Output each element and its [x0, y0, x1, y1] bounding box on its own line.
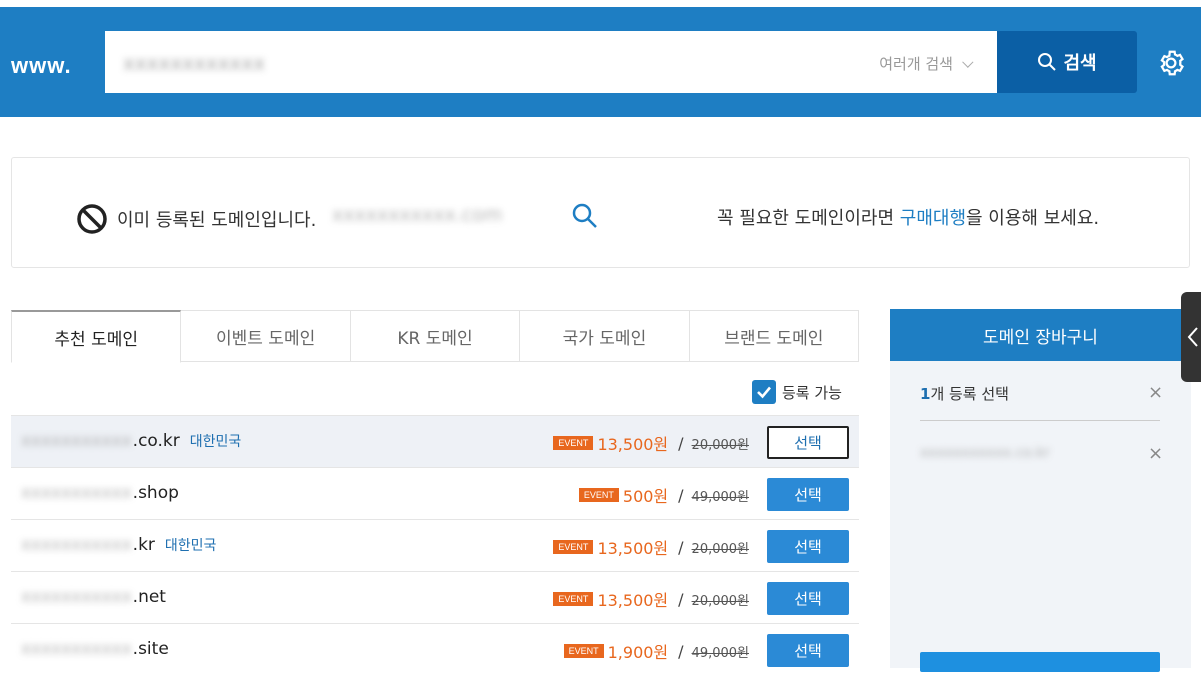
hint-suffix: 을 이용해 보세요. — [966, 208, 1100, 229]
purchase-agency-hint: 꼭 필요한 도메인이라면 구매대행을 이용해 보세요. — [717, 204, 1099, 230]
cart-divider — [920, 420, 1160, 421]
domain-tld: .net — [132, 587, 166, 607]
available-label: 등록 가능 — [782, 383, 842, 402]
country-label: 대한민국 — [189, 434, 242, 450]
country-label: 대한민국 — [164, 538, 217, 554]
multi-search-dropdown[interactable]: 여러개 검색 — [879, 53, 974, 74]
price-separator: / — [678, 589, 684, 609]
cart-item: xxxxxxxxxxx.co.kr — [920, 445, 1050, 461]
select-button[interactable]: 선택 — [767, 530, 849, 563]
side-panel-toggle[interactable] — [1181, 292, 1201, 382]
chevron-down-icon — [962, 56, 974, 68]
cart-count: 1개 등록 선택 — [920, 383, 1009, 404]
table-row: xxxxxxxxxxx.shop EVENT 500원 / 49,000원 선택 — [11, 467, 859, 519]
cart-title: 도메인 장바구니 — [890, 309, 1191, 361]
domain-cart: 도메인 장바구니 1개 등록 선택 × xxxxxxxxxxx.co.kr × — [890, 309, 1191, 672]
hint-prefix: 꼭 필요한 도메인이라면 — [717, 208, 900, 229]
multi-search-label: 여러개 검색 — [879, 55, 953, 73]
logo[interactable]: www. — [11, 53, 72, 79]
purchase-agency-link[interactable]: 구매대행 — [900, 208, 966, 229]
domain-result-list: xxxxxxxxxxx.co.kr 대한민국 EVENT 13,500원/20,00… — [11, 415, 859, 675]
domain-name: xxxxxxxxxxx.net — [21, 587, 166, 607]
cart-submit-button[interactable] — [920, 652, 1160, 672]
price-separator: / — [678, 537, 684, 557]
tab-recommended[interactable]: 추천 도메인 — [11, 310, 182, 363]
search-icon — [1038, 53, 1057, 71]
clear-cart-close-icon[interactable]: × — [1148, 382, 1163, 403]
select-button[interactable]: 선택 — [767, 582, 849, 615]
gear-icon[interactable] — [1156, 48, 1186, 78]
tab-brand[interactable]: 브랜드 도메인 — [689, 310, 860, 362]
sale-price: 13,500원 — [597, 539, 669, 558]
check-icon — [757, 386, 771, 399]
price-info: EVENT 500원 / 49,000원 — [578, 483, 749, 507]
select-button[interactable]: 선택 — [767, 634, 849, 667]
table-row: xxxxxxxxxxx.site EVENT 1,900원 / 49,000원 선택 — [11, 623, 859, 675]
domain-tld: .site — [132, 639, 169, 659]
select-button[interactable]: 선택 — [767, 478, 849, 511]
table-row: xxxxxxxxxxx.kr 대한민국 EVENT 13,500원/20,000원 … — [11, 519, 859, 571]
notice-domain: xxxxxxxxxxx.com — [332, 204, 503, 226]
event-badge: EVENT — [563, 644, 604, 658]
original-price: 49,000원 — [691, 489, 749, 505]
header-bar: www. xxxxxxxxxxxx 여러개 검색 검색 — [0, 7, 1201, 117]
domain-label: xxxxxxxxxxx — [21, 483, 132, 503]
chevron-left-icon — [1187, 327, 1198, 347]
domain-label: xxxxxxxxxxx — [21, 535, 132, 555]
event-badge: EVENT — [578, 488, 619, 502]
search-icon[interactable] — [571, 202, 599, 230]
cart-count-text: 개 등록 선택 — [930, 385, 1009, 403]
original-price: 20,000원 — [691, 437, 749, 453]
price-info: EVENT 13,500원 / 20,000원 — [553, 431, 749, 455]
sale-price: 13,500원 — [597, 591, 669, 610]
search-box[interactable]: xxxxxxxxxxxx 여러개 검색 — [105, 31, 997, 93]
search-button-label: 검색 — [1063, 53, 1097, 74]
price-separator: / — [678, 485, 684, 505]
domain-name: xxxxxxxxxxx.kr 대한민국 — [21, 535, 216, 555]
domain-tld: .kr — [132, 535, 155, 555]
table-row: xxxxxxxxxxx.net EVENT 13,500원 / 20,000원 선택 — [11, 571, 859, 623]
price-separator: / — [678, 433, 684, 453]
price-info: EVENT 13,500원 / 20,000원 — [553, 587, 749, 611]
original-price: 20,000원 — [691, 593, 749, 609]
price-info: EVENT 13,500원 / 20,000원 — [553, 535, 749, 559]
event-badge: EVENT — [553, 592, 594, 606]
domain-name: xxxxxxxxxxx.shop — [21, 483, 179, 503]
sale-price: 500원 — [622, 487, 669, 506]
sale-price: 1,900원 — [607, 643, 669, 662]
original-price: 20,000원 — [691, 541, 749, 557]
event-badge: EVENT — [553, 436, 594, 450]
domain-tld: .shop — [132, 483, 179, 503]
price-info: EVENT 1,900원 / 49,000원 — [563, 639, 749, 663]
remove-item-close-icon[interactable]: × — [1148, 443, 1163, 464]
available-checkbox[interactable] — [752, 380, 776, 404]
search-input[interactable]: xxxxxxxxxxxx — [123, 51, 265, 75]
sale-price: 13,500원 — [597, 435, 669, 454]
domain-label: xxxxxxxxxxx — [21, 587, 132, 607]
registered-notice: 이미 등록된 도메인입니다. xxxxxxxxxxx.com 꼭 필요한 도메인… — [11, 157, 1190, 268]
event-badge: EVENT — [553, 540, 594, 554]
tab-kr[interactable]: KR 도메인 — [350, 310, 521, 362]
domain-tld: .co.kr — [132, 431, 180, 451]
domain-label: xxxxxxxxxxx — [21, 431, 132, 451]
prohibited-icon — [77, 204, 107, 234]
domain-name: xxxxxxxxxxx.co.kr 대한민국 — [21, 431, 241, 451]
domain-tabs: 추천 도메인 이벤트 도메인 KR 도메인 국가 도메인 브랜드 도메인 — [11, 310, 860, 363]
tab-event[interactable]: 이벤트 도메인 — [181, 310, 351, 362]
search-button[interactable]: 검색 — [997, 31, 1137, 93]
price-separator: / — [678, 641, 684, 661]
domain-label: xxxxxxxxxxx — [21, 639, 132, 659]
original-price: 49,000원 — [691, 645, 749, 661]
domain-name: xxxxxxxxxxx.site — [21, 639, 169, 659]
select-button[interactable]: 선택 — [767, 426, 849, 459]
available-filter[interactable]: 등록 가능 — [752, 380, 842, 404]
notice-message: 이미 등록된 도메인입니다. — [117, 210, 317, 231]
table-row: xxxxxxxxxxx.co.kr 대한민국 EVENT 13,500원 / 20,00… — [11, 415, 859, 467]
cart-count-number: 1 — [920, 385, 931, 403]
tab-country[interactable]: 국가 도메인 — [520, 310, 690, 362]
